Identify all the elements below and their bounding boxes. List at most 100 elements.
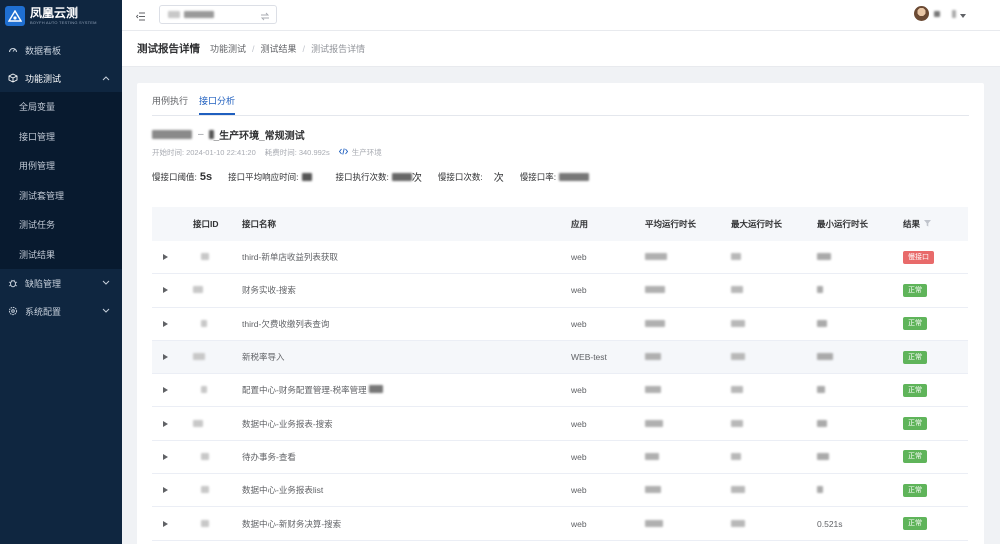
- table-row[interactable]: third-新单店收益列表获取 web 慢接口: [152, 241, 968, 275]
- min-duration-redacted: [817, 286, 823, 294]
- breadcrumb-separator: /: [252, 43, 255, 54]
- col-result[interactable]: 结果: [903, 218, 963, 230]
- sidebar-item-case-management[interactable]: 用例管理: [0, 151, 122, 181]
- avg-duration-redacted: [645, 386, 661, 394]
- max-duration-redacted: [731, 286, 743, 294]
- filter-icon[interactable]: [924, 219, 932, 229]
- api-analysis-table: 接口ID 接口名称 应用 平均运行时长 最大运行时长 最小运行时长 结果 thi…: [152, 207, 968, 541]
- max-duration-redacted: [731, 353, 745, 361]
- avg-duration-redacted: [645, 486, 661, 494]
- table-row[interactable]: 新税率导入 WEB-test 正常: [152, 340, 968, 375]
- table-row[interactable]: 配置中心-财务配置管理-税率管理 web 正常: [152, 374, 968, 408]
- avg-duration-redacted: [645, 452, 659, 460]
- cell-min-duration: [817, 419, 903, 429]
- cell-api-id: [179, 352, 242, 362]
- expand-row-icon[interactable]: [152, 254, 179, 261]
- cell-api-id: [179, 385, 242, 395]
- cell-min-duration: [817, 319, 903, 329]
- cell-max-duration: [731, 485, 817, 495]
- status-badge: 慢接口: [903, 250, 934, 264]
- cell-max-duration: [731, 285, 817, 295]
- cell-api-name: 数据中心-新财务决算-搜索: [242, 518, 571, 530]
- tab-api-analysis[interactable]: 接口分析: [199, 83, 236, 115]
- expand-row-icon[interactable]: [152, 520, 179, 527]
- sidebar-item-global-vars[interactable]: 全局变量: [0, 92, 122, 122]
- max-duration-redacted: [731, 319, 745, 327]
- report-title: – _生产环境_常规测试: [152, 127, 305, 142]
- api-name: 数据中心-业务报表list: [242, 485, 324, 496]
- tab-divider: [152, 115, 969, 116]
- sidebar-item-defects[interactable]: 缺陷管理: [0, 269, 122, 297]
- table-body: third-新单店收益列表获取 web 慢接口 财务实收-搜索 web 正常 third-欠…: [152, 241, 968, 541]
- api-id-redacted: [201, 386, 207, 394]
- sidebar-item-test-results[interactable]: 测试结果: [0, 240, 122, 270]
- cell-api-name: third-新单店收益列表获取: [242, 251, 571, 263]
- cell-app: web: [571, 252, 587, 263]
- breadcrumb-item[interactable]: 功能测试: [210, 42, 246, 55]
- brand[interactable]: 凤凰云测 BOYFH AUTO TESTING SYSTEM: [0, 0, 122, 31]
- cell-api-name: 财务实收-搜索: [242, 284, 571, 296]
- gear-icon: [8, 306, 18, 316]
- cell-result: 正常: [903, 283, 963, 297]
- sidebar-item-dashboard[interactable]: 数据看板: [0, 36, 122, 64]
- table-row[interactable]: 数据中心-新财务决算-搜索 web 0.521s 正常: [152, 507, 968, 541]
- cell-avg-duration: [645, 285, 731, 295]
- table-row[interactable]: 数据中心-业务报表list web 正常: [152, 474, 968, 508]
- cell-api-id: [179, 419, 242, 429]
- slow-threshold-value: 5s: [199, 170, 213, 183]
- max-duration-redacted: [731, 419, 743, 427]
- expand-row-icon[interactable]: [152, 354, 179, 361]
- cube-icon: [8, 73, 18, 83]
- api-name: 新税率导入: [242, 352, 285, 363]
- sidebar-item-system-config[interactable]: 系统配置: [0, 297, 122, 325]
- cell-min-duration: 0.521s: [817, 519, 903, 529]
- cell-max-duration: [731, 252, 817, 262]
- cell-result: 正常: [903, 417, 963, 431]
- cell-result: 正常: [903, 517, 963, 531]
- dashboard-icon: [8, 45, 18, 55]
- slow-count-label: 慢接口次数:: [437, 171, 483, 182]
- chevron-down-icon: [102, 306, 110, 316]
- breadcrumb-current: 测试报告详情: [311, 44, 366, 54]
- col-app: 应用: [571, 219, 589, 229]
- expand-row-icon[interactable]: [152, 320, 179, 327]
- report-meta: 开始时间: 2024-01-10 22:41:20 耗费时间: 340.992s…: [152, 147, 391, 158]
- cell-avg-duration: [645, 519, 731, 529]
- api-id-redacted: [201, 253, 209, 261]
- cell-result: 慢接口: [903, 250, 963, 264]
- sidebar-item-test-tasks[interactable]: 测试任务: [0, 210, 122, 240]
- cell-max-duration: [731, 452, 817, 462]
- cell-min-duration: [817, 252, 903, 262]
- table-row[interactable]: 待办事务-查看 web 正常: [152, 441, 968, 475]
- expand-row-icon[interactable]: [152, 420, 179, 427]
- project-select[interactable]: [159, 5, 277, 24]
- table-row[interactable]: 数据中心-业务报表-搜索 web 正常: [152, 407, 968, 441]
- sidebar-item-suite-management[interactable]: 测试套管理: [0, 181, 122, 211]
- swap-icon: [260, 10, 270, 24]
- tab-case-execution[interactable]: 用例执行: [152, 83, 188, 115]
- status-badge: 正常: [903, 483, 927, 497]
- menu-fold-icon[interactable]: [135, 10, 146, 24]
- sidebar-item-functional-test[interactable]: 功能测试: [0, 64, 122, 92]
- expand-row-icon[interactable]: [152, 387, 179, 394]
- cell-min-duration: [817, 285, 903, 295]
- breadcrumb-item[interactable]: 测试结果: [261, 42, 297, 55]
- cell-max-duration: [731, 319, 817, 329]
- slow-count-unit: 次: [493, 173, 504, 184]
- duration: 340.992s: [298, 148, 330, 157]
- table-row[interactable]: third-欠费收缴列表查询 web 正常: [152, 308, 968, 341]
- sidebar-item-api-management[interactable]: 接口管理: [0, 122, 122, 152]
- min-duration-redacted: [817, 253, 831, 261]
- cell-min-duration: [817, 385, 903, 395]
- cell-app: web: [571, 385, 587, 396]
- avg-response-label: 接口平均响应时间:: [228, 171, 299, 182]
- expand-row-icon[interactable]: [152, 487, 179, 494]
- report-card: 用例执行 接口分析 – _生产环境_常规测试 开始时间: 2024-01-10 …: [137, 83, 984, 544]
- expand-row-icon[interactable]: [152, 453, 179, 460]
- user-extra-redacted: [952, 9, 956, 18]
- bug-icon: [8, 278, 18, 288]
- cell-max-duration: [731, 385, 817, 395]
- expand-row-icon[interactable]: [152, 287, 179, 294]
- user-menu[interactable]: [914, 6, 966, 21]
- table-row[interactable]: 财务实收-搜索 web 正常: [152, 274, 968, 308]
